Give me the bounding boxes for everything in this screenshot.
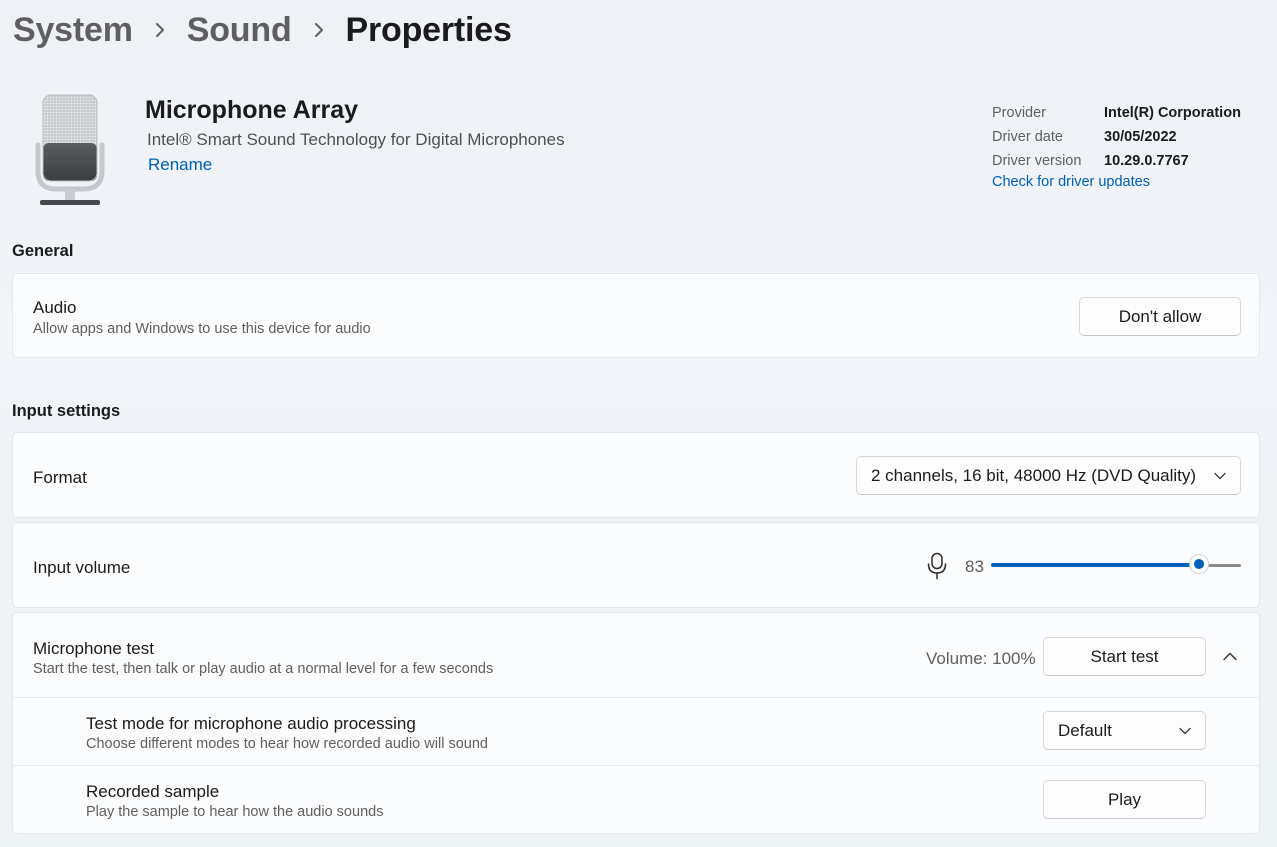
breadcrumb-sound[interactable]: Sound	[187, 11, 292, 50]
microphone-test-subtitle: Start the test, then talk or play audio …	[33, 661, 494, 677]
driver-version-label: Driver version	[992, 153, 1082, 169]
format-label: Format	[33, 468, 87, 487]
test-mode-title: Test mode for microphone audio processin…	[86, 714, 416, 733]
dont-allow-button[interactable]: Don't allow	[1079, 297, 1241, 336]
audio-card: Audio Allow apps and Windows to use this…	[12, 273, 1260, 358]
chevron-right-icon	[292, 6, 346, 54]
start-test-button[interactable]: Start test	[1043, 637, 1206, 676]
check-driver-updates-link[interactable]: Check for driver updates	[992, 174, 1241, 190]
microphone-test-card: Microphone test Start the test, then tal…	[12, 612, 1260, 834]
recorded-sample-title: Recorded sample	[86, 782, 220, 801]
breadcrumb: System Sound Properties	[13, 6, 512, 54]
input-volume-value: 83	[965, 557, 984, 576]
rename-link[interactable]: Rename	[148, 155, 212, 175]
driver-info: Provider Intel(R) Corporation Driver dat…	[992, 101, 1241, 190]
page-title: Properties	[345, 10, 512, 49]
input-volume-label: Input volume	[33, 558, 131, 577]
divider	[13, 697, 1259, 698]
device-name: Microphone Array	[145, 96, 359, 124]
section-title-general: General	[12, 242, 74, 260]
audio-title: Audio	[33, 298, 77, 317]
format-selected-value: 2 channels, 16 bit, 48000 Hz (DVD Qualit…	[871, 465, 1197, 485]
device-description: Intel® Smart Sound Technology for Digita…	[147, 130, 565, 149]
breadcrumb-system[interactable]: System	[13, 11, 133, 50]
driver-version-row: Driver version 10.29.0.7767	[992, 149, 1241, 173]
test-mode-subtitle: Choose different modes to hear how recor…	[86, 736, 488, 752]
driver-version-value: 10.29.0.7767	[1104, 153, 1189, 169]
test-mode-selected-value: Default	[1058, 720, 1112, 740]
chevron-down-icon	[1214, 472, 1226, 480]
format-card: Format 2 channels, 16 bit, 48000 Hz (DVD…	[12, 432, 1260, 518]
device-header: Microphone Array Intel® Smart Sound Tech…	[0, 88, 1277, 218]
chevron-right-icon	[133, 6, 187, 54]
chevron-up-icon[interactable]	[1218, 644, 1242, 668]
driver-date-value: 30/05/2022	[1104, 129, 1177, 145]
driver-date-label: Driver date	[992, 129, 1063, 145]
slider-track-fill	[991, 563, 1191, 567]
driver-provider-row: Provider Intel(R) Corporation	[992, 101, 1241, 125]
microphone-test-title: Microphone test	[33, 639, 154, 658]
recorded-sample-subtitle: Play the sample to hear how the audio so…	[86, 804, 384, 820]
play-button[interactable]: Play	[1043, 780, 1206, 819]
slider-track-rest	[1206, 563, 1241, 567]
input-volume-slider[interactable]	[991, 553, 1241, 577]
chevron-down-icon	[1179, 727, 1191, 735]
microphone-icon	[34, 93, 106, 210]
microphone-icon[interactable]	[926, 552, 948, 585]
driver-provider-value: Intel(R) Corporation	[1104, 105, 1241, 121]
driver-date-row: Driver date 30/05/2022	[992, 125, 1241, 149]
microphone-test-volume: Volume: 100%	[926, 649, 1036, 668]
format-dropdown[interactable]: 2 channels, 16 bit, 48000 Hz (DVD Qualit…	[856, 456, 1241, 495]
slider-thumb[interactable]	[1188, 554, 1209, 574]
divider	[13, 765, 1259, 766]
test-mode-dropdown[interactable]: Default	[1043, 711, 1206, 750]
input-volume-card: Input volume 83	[12, 522, 1260, 608]
driver-provider-label: Provider	[992, 105, 1046, 121]
section-title-input-settings: Input settings	[12, 402, 121, 420]
audio-subtitle: Allow apps and Windows to use this devic…	[33, 321, 371, 337]
